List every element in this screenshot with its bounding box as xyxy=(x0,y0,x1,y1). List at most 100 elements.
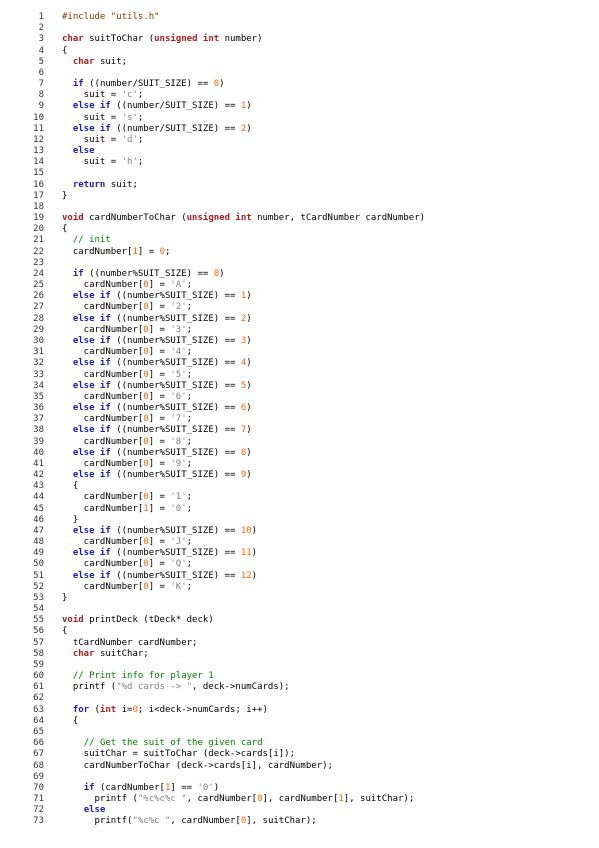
line-code: cardNumber[0] = '9'; xyxy=(62,459,192,470)
code-line: 45 cardNumber[1] = '0'; xyxy=(0,504,599,515)
code-line: 61 printf ("%d cards -> ", deck->numCard… xyxy=(0,682,599,693)
code-token: '2' xyxy=(170,302,187,313)
line-code: cardNumber[0] = '4'; xyxy=(62,347,192,358)
line-code: { xyxy=(62,481,78,492)
code-line: 54 xyxy=(0,604,599,615)
line-number: 55 xyxy=(33,615,44,626)
code-token: ) xyxy=(251,570,258,581)
code-token: ; xyxy=(137,90,144,101)
code-token: unsigned int xyxy=(186,213,252,224)
code-token: { xyxy=(62,224,68,235)
line-number: 57 xyxy=(33,637,44,648)
line-number: 38 xyxy=(33,425,44,436)
code-token: else if xyxy=(72,470,111,481)
line-number: 40 xyxy=(33,447,44,458)
code-line: 64 { xyxy=(0,716,599,727)
code-line: 4{ xyxy=(0,46,599,57)
code-token: } xyxy=(62,190,68,201)
code-token: cardNumber[ xyxy=(62,280,144,291)
code-line: 1 #include "utils.h" xyxy=(0,12,599,23)
code-token: '0' xyxy=(170,503,187,514)
code-token: , cardNumber[ xyxy=(186,794,258,805)
line-code: } xyxy=(62,191,67,202)
code-token: char xyxy=(72,56,95,67)
code-token: ) xyxy=(251,548,258,559)
code-token: { xyxy=(62,715,79,726)
line-code: cardNumber[0] = '6'; xyxy=(62,392,192,403)
line-number: 16 xyxy=(33,179,44,190)
code-token: int xyxy=(99,704,117,715)
code-token: ((number%SUIT_SIZE) == xyxy=(110,358,241,369)
code-token: ] = xyxy=(148,581,171,592)
code-token: cardNumber[ xyxy=(62,369,144,380)
code-line: 67 suitChar = suitToChar (deck->cards[i]… xyxy=(0,749,599,760)
line-code: cardNumber[0] = 'K'; xyxy=(62,582,192,593)
code-token: cardNumber[ xyxy=(62,302,144,313)
code-token: ) xyxy=(251,525,258,536)
code-token: ] = xyxy=(148,436,171,447)
line-code: else xyxy=(62,146,95,157)
code-token: ) xyxy=(246,101,252,112)
line-number: 58 xyxy=(33,648,44,659)
line-number: 53 xyxy=(33,592,44,603)
code-line: 34 else if ((number%SUIT_SIZE) == 5) xyxy=(0,381,599,392)
line-number: 67 xyxy=(33,749,44,760)
code-token: ) xyxy=(246,123,252,134)
code-token: "%c%c " xyxy=(132,816,171,827)
code-line: 30 else if ((number%SUIT_SIZE) == 3) xyxy=(0,336,599,347)
code-line: 52 cardNumber[0] = 'K'; xyxy=(0,582,599,593)
line-number: 21 xyxy=(33,235,44,246)
line-number: 34 xyxy=(33,380,44,391)
line-number: 64 xyxy=(33,715,44,726)
line-number: 63 xyxy=(33,704,44,715)
code-token: else if xyxy=(72,380,111,391)
line-number: 32 xyxy=(33,358,44,369)
code-token: } xyxy=(62,592,68,603)
code-token: ] = xyxy=(148,369,171,380)
code-line: 53} xyxy=(0,593,599,604)
code-line: 58 char suitChar; xyxy=(0,649,599,660)
line-code: cardNumber[0] = '7'; xyxy=(62,414,192,425)
code-token: else xyxy=(83,805,106,816)
code-token: 'K' xyxy=(170,581,187,592)
line-number: 3 xyxy=(38,34,44,45)
code-token: ] = xyxy=(148,347,171,358)
line-code: // Print info for player 1 xyxy=(62,671,214,682)
code-token: 'd' xyxy=(121,134,138,145)
code-token: cardNumberToChar (deck->cards[i], cardNu… xyxy=(62,760,333,771)
line-number: 62 xyxy=(33,693,44,704)
code-token: ) xyxy=(246,470,252,481)
line-code: else if ((number%SUIT_SIZE) == 12) xyxy=(62,571,257,582)
code-token: ((number%SUIT_SIZE) == xyxy=(110,380,241,391)
code-line: 65 xyxy=(0,727,599,738)
line-code: #include "utils.h" xyxy=(62,12,160,23)
line-number: 8 xyxy=(38,90,44,101)
code-token: ) xyxy=(246,335,252,346)
line-number: 1 xyxy=(38,12,44,22)
line-number: 59 xyxy=(33,659,44,670)
line-number: 30 xyxy=(33,335,44,346)
line-code: suit = 'c'; xyxy=(62,90,144,101)
code-token: '8' xyxy=(170,436,187,447)
code-token: ; i<deck->numCards; i++) xyxy=(137,704,268,715)
code-token: ] = xyxy=(148,503,171,514)
line-number: 50 xyxy=(33,559,44,570)
code-token: suit; xyxy=(94,56,128,67)
line-number: 6 xyxy=(38,67,44,78)
line-number: 61 xyxy=(33,682,44,693)
code-line: 71 printf ("%c%c%c ", cardNumber[0], car… xyxy=(0,794,599,805)
code-token: ] = xyxy=(148,458,171,469)
line-code: else if ((number%SUIT_SIZE) == 6) xyxy=(62,403,252,414)
code-token: // init xyxy=(72,235,111,246)
line-code: else if ((number%SUIT_SIZE) == 7) xyxy=(62,425,252,436)
code-token: // Print info for player 1 xyxy=(72,671,214,682)
